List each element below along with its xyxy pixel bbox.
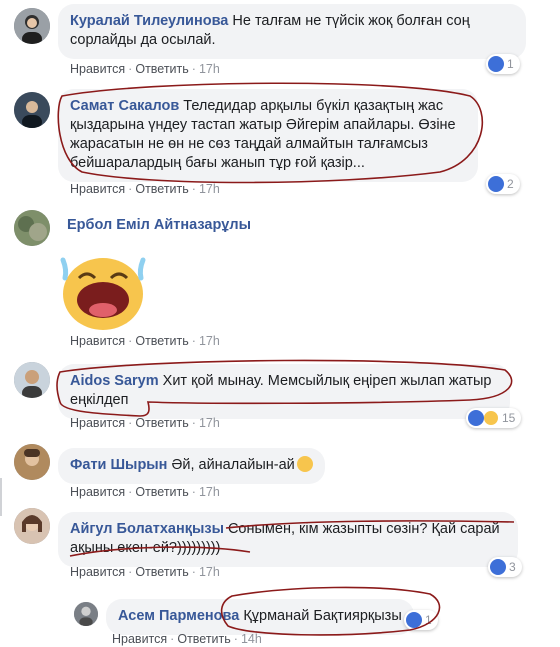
comment-bubble: Асем Парменова Құрманай Бақтиярқызы [106,599,414,635]
like-link[interactable]: Нравится [70,485,125,499]
comment-bubble: Куралай Тилеулинова Не талғам не түйсік ж… [58,4,526,59]
reply-link[interactable]: Ответить [135,182,188,196]
comment-time[interactable]: 17h [199,416,220,430]
thread-line [0,478,2,516]
grinning-emoji [296,456,313,472]
comment-time[interactable]: 14h [241,632,262,646]
like-link[interactable]: Нравится [70,62,125,76]
comment-author[interactable]: Ербол Еміл Айтназарұлы [67,217,251,233]
comment-actions: Нравится · Ответить · 17h [70,182,220,196]
like-link[interactable]: Нравится [112,632,167,646]
avatar[interactable] [74,602,98,626]
comment-actions: Нравится · Ответить · 14h [112,632,262,646]
like-icon [488,56,504,72]
comment-bubble: Айгул Болатханқызы Сонымен, кім жазыпты с… [58,512,518,567]
comment-text: Құрманай Бақтиярқызы [243,608,402,624]
reaction-count[interactable]: 15 [466,408,522,428]
haha-icon [483,410,499,426]
avatar[interactable] [14,92,50,128]
comment-actions: Нравится · Ответить · 17h [70,565,220,579]
avatar[interactable] [14,362,50,398]
reply-link[interactable]: Ответить [135,334,188,348]
reply-link[interactable]: Ответить [135,416,188,430]
avatar[interactable] [14,8,50,44]
reply-link[interactable]: Ответить [177,632,230,646]
like-link[interactable]: Нравится [70,334,125,348]
comment-author[interactable]: Фати Шырын [70,457,167,473]
reaction-count[interactable]: 1 [486,54,520,74]
avatar[interactable] [14,210,50,246]
like-link[interactable]: Нравится [70,416,125,430]
reaction-count[interactable]: 2 [486,174,520,194]
comment-time[interactable]: 17h [199,182,220,196]
laughing-face-sticker [57,252,149,332]
comment-author[interactable]: Айгул Болатханқызы [70,521,224,537]
like-link[interactable]: Нравится [70,565,125,579]
reaction-count[interactable]: 1 [404,610,438,630]
comment-actions: Нравится · Ответить · 17h [70,62,220,76]
reply-link[interactable]: Ответить [135,62,188,76]
reply-link[interactable]: Ответить [135,565,188,579]
comment-actions: Нравится · Ответить · 17h [70,485,220,499]
comment-time[interactable]: 17h [199,565,220,579]
comment-bubble: Самат Сакалов Теледидар арқылы бүкіл қаза… [58,89,478,182]
like-icon [468,410,484,426]
like-icon [490,559,506,575]
reaction-count[interactable]: 3 [488,557,522,577]
comment-author[interactable]: Aidos Sarym [70,373,159,389]
comment-author[interactable]: Куралай Тилеулинова [70,13,228,29]
comment-actions: Нравится · Ответить · 17h [70,416,220,430]
comment-author[interactable]: Асем Парменова [118,608,239,624]
comment-text: Әй, айналайын-ай [171,457,295,473]
comment-bubble: Aidos Sarym Хит қой мынау. Мемсыйлық еңір… [58,364,510,419]
reply-link[interactable]: Ответить [135,485,188,499]
comment-bubble: Фати Шырын Әй, айналайын-ай [58,448,325,484]
like-link[interactable]: Нравится [70,182,125,196]
comment-actions: Нравится · Ответить · 17h [70,334,220,348]
avatar[interactable] [14,444,50,480]
like-icon [406,612,422,628]
comment-time[interactable]: 17h [199,62,220,76]
comment-time[interactable]: 17h [199,485,220,499]
comment-author[interactable]: Самат Сакалов [70,98,179,114]
like-icon [488,176,504,192]
comment-time[interactable]: 17h [199,334,220,348]
avatar[interactable] [14,508,50,544]
